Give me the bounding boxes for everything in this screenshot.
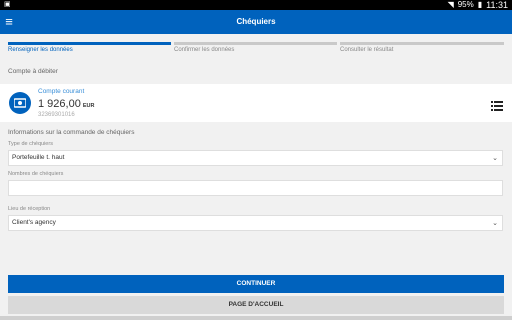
step-bar: [174, 42, 337, 45]
status-icons: ◥ 95% ▮ 11:31: [448, 0, 508, 10]
step-label: Consulter le résultat: [340, 47, 394, 53]
account-name: Compte courant: [38, 88, 85, 95]
account-balance: 1 926,00 EUR: [38, 98, 94, 110]
cheque-count-input[interactable]: [8, 180, 503, 196]
step-confirmer: Confirmer les données: [174, 42, 337, 58]
chevron-down-icon: ⌄: [492, 220, 498, 227]
account-list-icon[interactable]: [491, 98, 503, 111]
account-card[interactable]: Compte courant 1 926,00 EUR 32369301016: [0, 84, 512, 122]
reception-location-select[interactable]: Client's agency ⌄: [8, 215, 503, 231]
status-bar: ▣ ◥ 95% ▮ 11:31: [0, 0, 512, 10]
balance-currency: EUR: [82, 103, 95, 109]
money-icon: [9, 92, 31, 114]
home-page-button[interactable]: PAGE D'ACCUEIL: [8, 296, 504, 314]
cheque-count-label: Nombres de chéquiers: [8, 171, 64, 177]
notification-icon: ▣: [4, 1, 11, 8]
continue-button[interactable]: CONTINUER: [8, 275, 504, 293]
order-section-label: Informations sur la commande de chéquier…: [8, 129, 135, 136]
balance-amount: 1 926,00: [38, 98, 81, 110]
cheque-type-value: Portefeuille t. haut: [12, 154, 65, 161]
chevron-down-icon: ⌄: [492, 155, 498, 162]
progress-steps: Renseigner les données Confirmer les don…: [8, 42, 504, 58]
step-label: Confirmer les données: [174, 47, 235, 53]
step-label: Renseigner les données: [8, 47, 73, 53]
step-bar: [340, 42, 504, 45]
clock: 11:31: [486, 0, 508, 10]
battery-icon: ▮: [477, 0, 483, 9]
app-bar: ≡ Chéquiers: [0, 10, 512, 34]
page-title: Chéquiers: [236, 17, 276, 26]
reception-location-label: Lieu de réception: [8, 206, 51, 212]
step-consulter: Consulter le résultat: [340, 42, 504, 58]
battery-percentage: 95%: [457, 0, 474, 9]
bottom-divider: [0, 316, 512, 320]
cheque-type-select[interactable]: Portefeuille t. haut ⌄: [8, 150, 503, 166]
step-renseigner: Renseigner les données: [8, 42, 171, 58]
step-bar: [8, 42, 171, 45]
account-section-label: Compte à débiter: [8, 68, 58, 75]
wifi-icon: ◥: [447, 0, 454, 9]
cheque-type-label: Type de chéquiers: [8, 141, 53, 147]
account-number: 32369301016: [38, 112, 75, 118]
reception-location-value: Client's agency: [12, 219, 56, 226]
